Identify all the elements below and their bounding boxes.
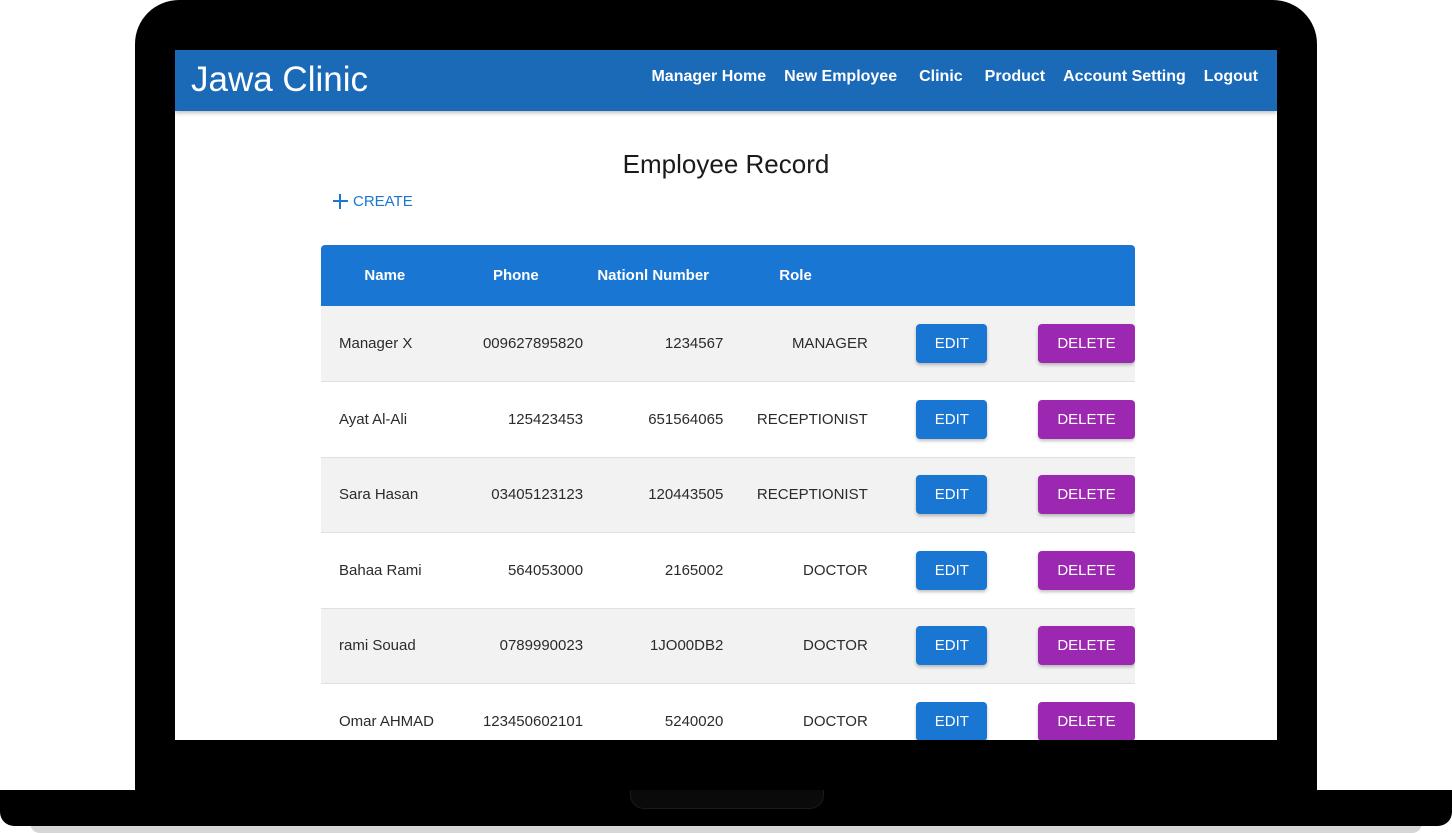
- plus-icon: [333, 193, 348, 209]
- table-row: Bahaa Rami 564053000 2165002 DOCTOR EDIT…: [321, 532, 1135, 608]
- create-button[interactable]: CREATE: [333, 189, 413, 213]
- cell-national-number: 1234567: [664, 335, 724, 352]
- cell-role: MANAGER: [791, 335, 868, 352]
- cell-national-number: 120443505: [648, 486, 724, 504]
- cell-role: RECEPTIONIST: [756, 486, 868, 504]
- cell-name: Manager X: [339, 335, 413, 352]
- header-name: Name: [364, 267, 406, 284]
- header-delete: [1002, 245, 1135, 306]
- table-row: Ayat Al-Ali 125423453 651564065 RECEPTIO…: [321, 381, 1135, 457]
- cell-national-number: 5240020: [664, 712, 724, 730]
- page-title: Employee Record: [622, 149, 830, 179]
- table-header-row: Name Phone Nationl Number Role: [321, 245, 1135, 306]
- header-national-number: Nationl Number: [597, 267, 710, 284]
- edit-button[interactable]: EDIT: [916, 399, 988, 439]
- cell-name: Omar AHMAD: [339, 712, 435, 730]
- delete-button[interactable]: DELETE: [1038, 626, 1135, 666]
- header-phone: Phone: [492, 267, 539, 284]
- app-title[interactable]: Jawa Clinic: [191, 56, 368, 104]
- header-edit: [868, 245, 1002, 306]
- cell-role: DOCTOR: [803, 712, 868, 730]
- cell-phone: 564053000: [507, 561, 584, 579]
- nav-account-setting[interactable]: Account Setting: [1063, 67, 1186, 87]
- table-row: Omar AHMAD 123450602101 5240020 DOCTOR E…: [321, 683, 1135, 740]
- header-role: Role: [779, 267, 812, 284]
- table-row: Manager X 009627895820 1234567 MANAGER E…: [321, 306, 1135, 382]
- cell-national-number: 1JO00DB2: [649, 637, 724, 655]
- employee-table: Name Phone Nationl Number Role Manager X…: [321, 245, 1135, 740]
- edit-button[interactable]: EDIT: [916, 324, 988, 363]
- app-screen: Jawa Clinic Manager Home New Employee Cl…: [175, 50, 1277, 740]
- cell-phone: 125423453: [507, 410, 584, 428]
- table-row: rami Souad 0789990023 1JO00DB2 DOCTOR ED…: [321, 608, 1135, 684]
- cell-phone: 009627895820: [482, 335, 584, 352]
- nav-new-employee[interactable]: New Employee: [784, 67, 897, 87]
- cell-name: rami Souad: [339, 637, 416, 655]
- create-label: CREATE: [353, 192, 413, 210]
- cell-role: DOCTOR: [803, 637, 868, 655]
- nav-logout[interactable]: Logout: [1204, 67, 1258, 87]
- edit-button[interactable]: EDIT: [916, 550, 988, 590]
- cell-name: Bahaa Rami: [339, 561, 422, 579]
- laptop-notch: [630, 790, 824, 809]
- cell-role: DOCTOR: [803, 561, 868, 579]
- delete-button[interactable]: DELETE: [1038, 399, 1135, 439]
- edit-button[interactable]: EDIT: [916, 701, 988, 740]
- cell-phone: 0789990023: [499, 637, 584, 655]
- table-row: Sara Hasan 03405123123 120443505 RECEPTI…: [321, 457, 1135, 533]
- delete-button[interactable]: DELETE: [1038, 475, 1135, 515]
- nav-clinic[interactable]: Clinic: [919, 67, 963, 87]
- cell-role: RECEPTIONIST: [756, 410, 868, 428]
- edit-button[interactable]: EDIT: [916, 626, 988, 666]
- cell-national-number: 651564065: [648, 410, 724, 428]
- top-nav: Manager Home New Employee Clinic Product…: [633, 67, 1258, 87]
- delete-button[interactable]: DELETE: [1038, 701, 1135, 740]
- cell-phone: 123450602101: [482, 712, 584, 730]
- app-bar: Jawa Clinic Manager Home New Employee Cl…: [175, 50, 1277, 111]
- delete-button[interactable]: DELETE: [1038, 550, 1135, 590]
- cell-name: Ayat Al-Ali: [339, 410, 408, 428]
- nav-product[interactable]: Product: [985, 67, 1045, 87]
- cell-national-number: 2165002: [664, 561, 724, 579]
- delete-button[interactable]: DELETE: [1038, 324, 1135, 363]
- cell-phone: 03405123123: [491, 486, 584, 504]
- cell-name: Sara Hasan: [339, 486, 419, 504]
- edit-button[interactable]: EDIT: [916, 475, 988, 515]
- nav-manager-home[interactable]: Manager Home: [651, 67, 766, 87]
